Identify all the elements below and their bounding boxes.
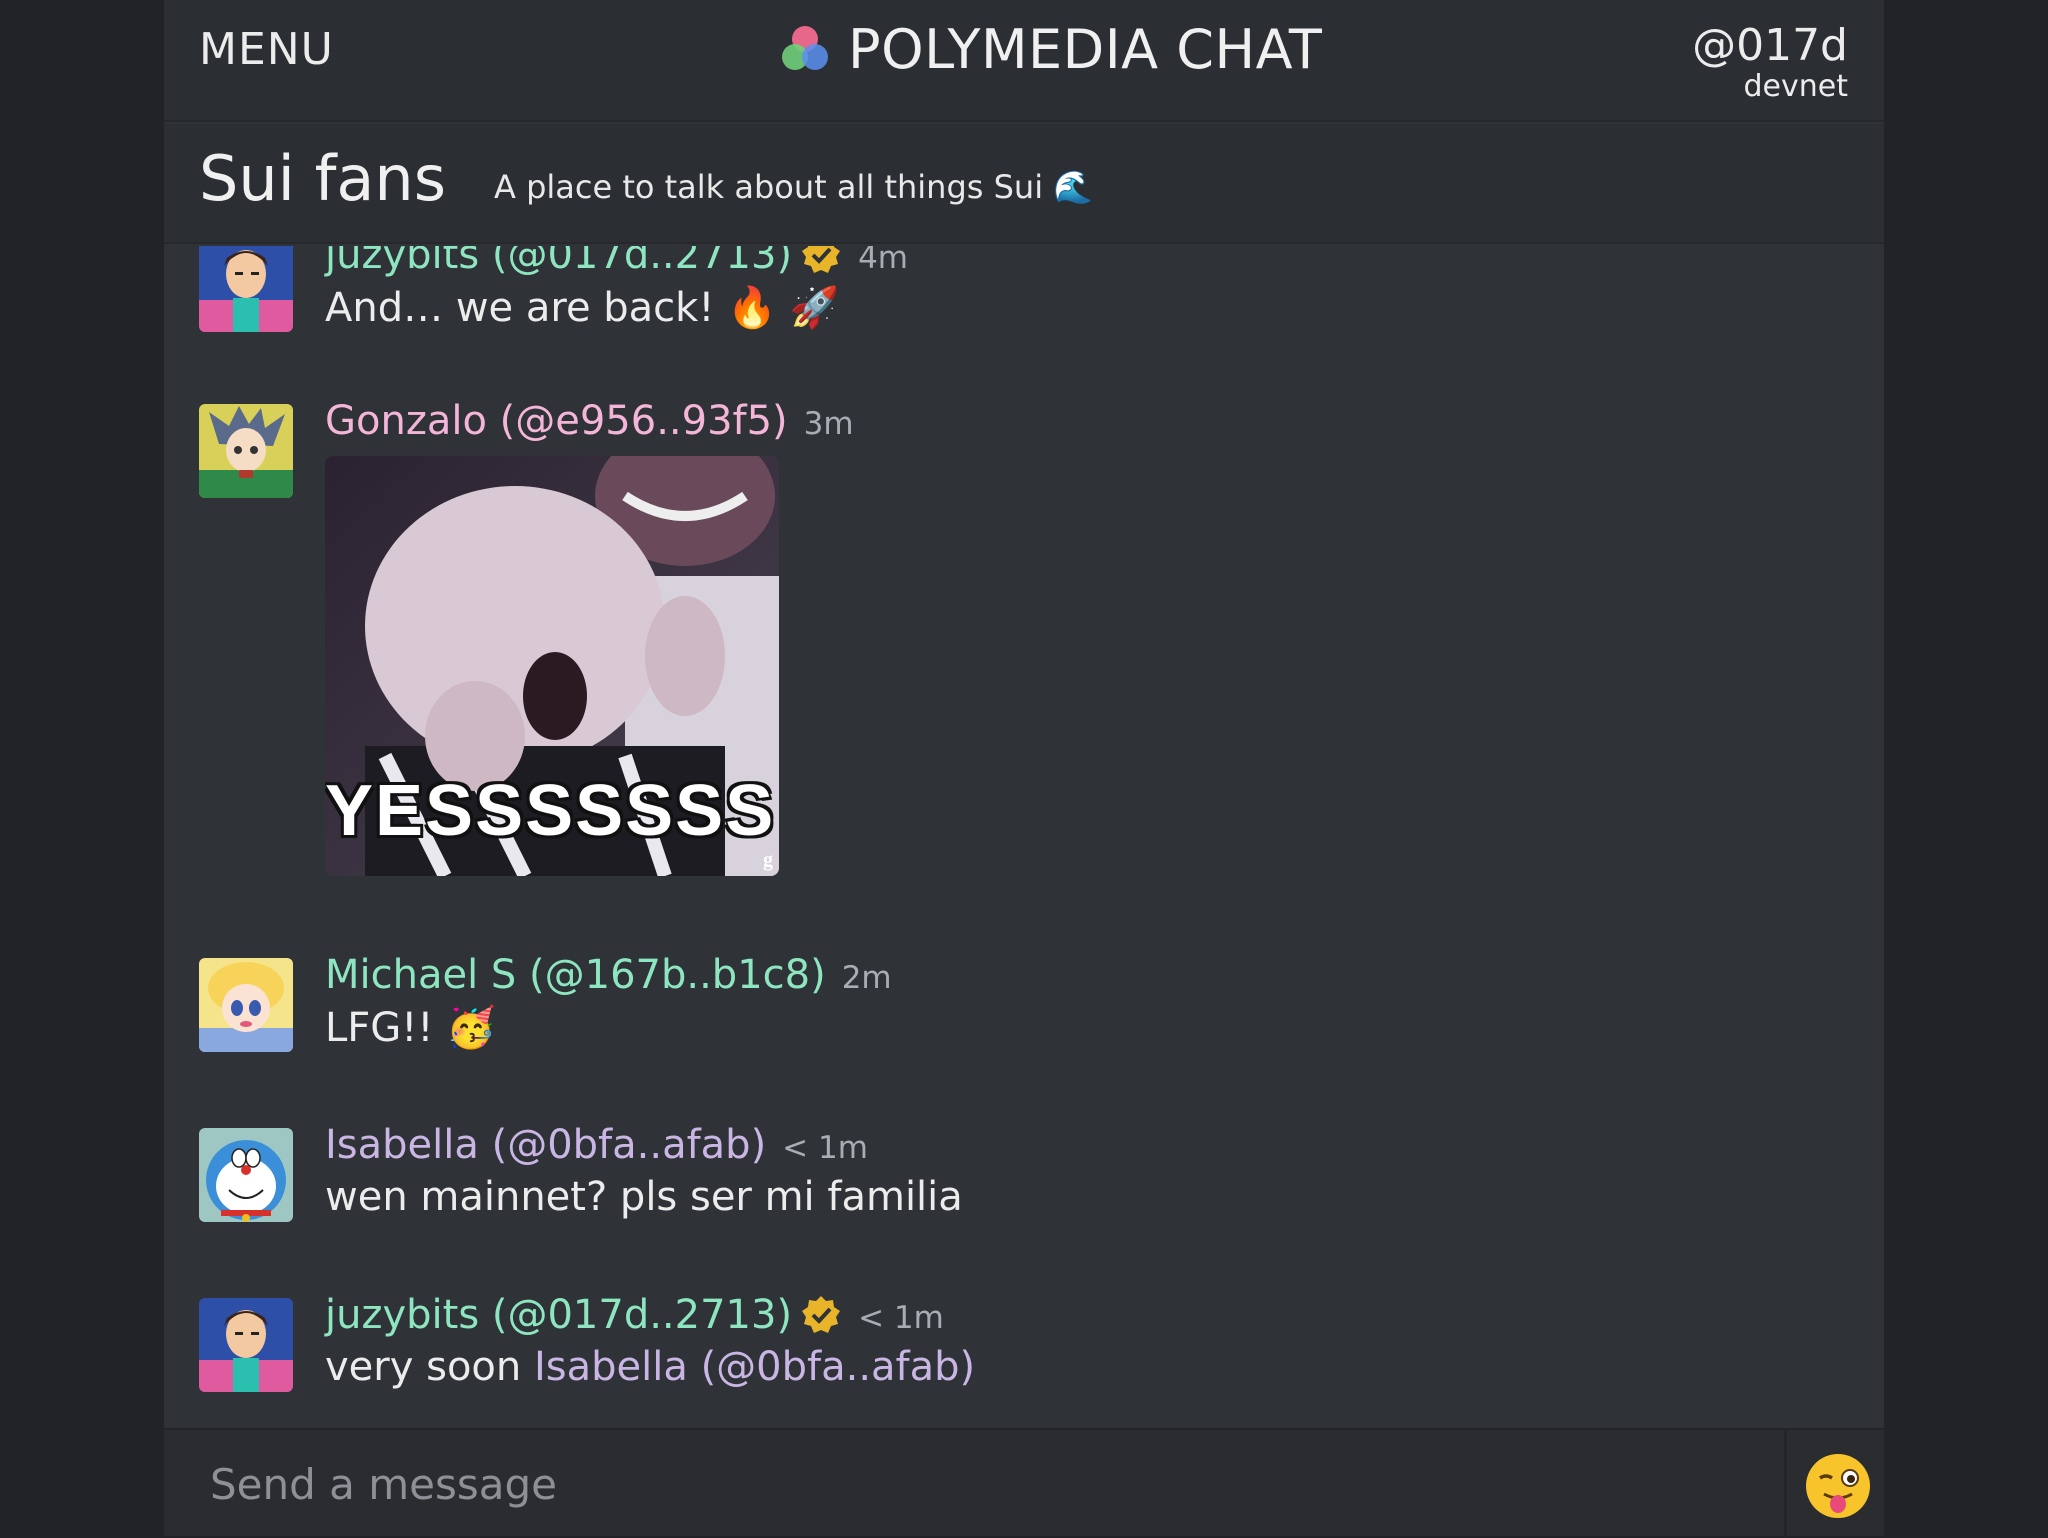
avatar[interactable] [199, 1128, 293, 1222]
top-bar: MENU POLYMEDIA CHAT @017d devnet [164, 0, 1884, 122]
polymedia-logo-icon [782, 26, 828, 70]
chat-app: MENU POLYMEDIA CHAT @017d devnet Sui fan… [164, 0, 1884, 1538]
gif-watermark: g [763, 849, 773, 871]
verified-badge-icon [802, 246, 841, 273]
author-name[interactable]: Gonzalo (@e956..93f5) [325, 398, 788, 444]
avatar-anime-boy-icon [199, 404, 293, 498]
message-time: 3m [803, 406, 854, 442]
winking-tongue-emoji-icon[interactable] [1804, 1452, 1872, 1520]
user-mention[interactable]: Isabella (@0bfa..afab) [534, 1344, 975, 1390]
author-name[interactable]: Isabella (@0bfa..afab) [325, 1122, 766, 1168]
author-name[interactable]: Michael S (@167b..b1c8) [325, 952, 826, 998]
channel-description: A place to talk about all things Sui 🌊 [494, 168, 1094, 206]
verified-badge-icon [802, 1296, 841, 1333]
author-name[interactable]: juzybits (@017d..2713) [325, 1292, 792, 1338]
author-name[interactable]: juzybits (@017d..2713) [325, 246, 792, 278]
channel-name: Sui fans [199, 142, 447, 215]
user-handle: @017d [1692, 20, 1848, 71]
message-text: wen mainnet? pls ser mi familia [325, 1174, 963, 1220]
network-label: devnet [1743, 69, 1849, 104]
avatar-lupin-icon [199, 246, 293, 332]
composer-divider [1784, 1430, 1787, 1538]
avatar[interactable] [199, 958, 293, 1052]
message-input[interactable] [186, 1440, 1776, 1528]
message-list[interactable]: juzybits (@017d..2713) 4m And… we are ba… [164, 246, 1884, 1426]
message-time: < 1m [782, 1130, 868, 1166]
avatar[interactable] [199, 1298, 293, 1392]
avatar-sailor-moon-icon [199, 958, 293, 1052]
gif-caption: YESSSSSSS!! [325, 771, 779, 851]
app-title: POLYMEDIA CHAT [848, 17, 1323, 81]
brand: POLYMEDIA CHAT [776, 12, 1322, 86]
message-text: And… we are back! 🔥 🚀 [325, 285, 840, 331]
message-header: Gonzalo (@e956..93f5) 3m [325, 398, 854, 444]
message-text-prefix: very soon [325, 1344, 534, 1390]
message-header: Michael S (@167b..b1c8) 2m [325, 952, 892, 998]
message-header: juzybits (@017d..2713) < 1m [325, 1292, 944, 1338]
avatar-doraemon-icon [199, 1128, 293, 1222]
avatar[interactable] [199, 246, 293, 332]
user-account[interactable]: @017d devnet [1692, 22, 1848, 104]
gif-image[interactable]: YESSSSSSS!! g [325, 456, 779, 876]
message-text: LFG!! 🥳 [325, 1005, 496, 1051]
message-composer [164, 1428, 1884, 1538]
message-header: juzybits (@017d..2713) 4m [325, 246, 908, 278]
channel-header: Sui fans A place to talk about all thing… [164, 124, 1884, 244]
message-time: 4m [858, 246, 908, 276]
message-time: < 1m [858, 1300, 944, 1336]
message-time: 2m [841, 960, 892, 996]
avatar[interactable] [199, 404, 293, 498]
message-header: Isabella (@0bfa..afab) < 1m [325, 1122, 868, 1168]
menu-button[interactable]: MENU [199, 24, 334, 75]
message-text: very soon Isabella (@0bfa..afab) [325, 1344, 975, 1390]
avatar-lupin-icon [199, 1298, 293, 1392]
